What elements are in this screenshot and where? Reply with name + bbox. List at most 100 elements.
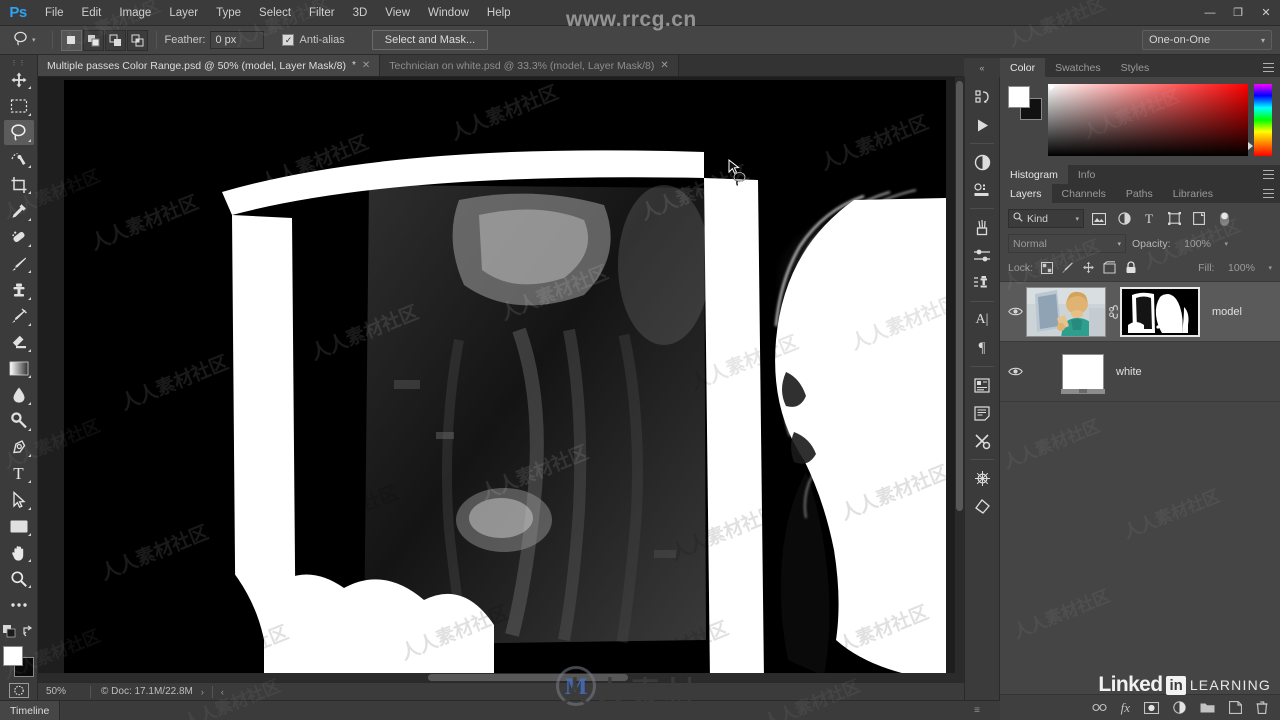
quick-selection-tool[interactable] (4, 146, 34, 171)
vertical-scrollbar[interactable] (955, 77, 964, 682)
select-and-mask-button[interactable]: Select and Mask... (371, 30, 489, 50)
menu-select[interactable]: Select (250, 0, 300, 26)
lock-artboard-icon[interactable] (1102, 260, 1117, 275)
canvas-area[interactable]: 人人素材社区 人人素材社区 人人素材社区 人人素材社区 人人素材社区 人人素材社… (38, 77, 964, 682)
paragraph-icon[interactable]: ¶ (967, 334, 997, 362)
layer-row-model[interactable]: model (1000, 282, 1280, 342)
adjustment-layer-icon[interactable] (1173, 701, 1186, 714)
character-icon[interactable]: A| (967, 306, 997, 334)
chevron-down-icon[interactable]: ▾ (1225, 240, 1229, 248)
lock-position-icon[interactable] (1081, 260, 1096, 275)
link-layers-icon[interactable] (1092, 703, 1107, 712)
add-to-selection-button[interactable] (82, 29, 104, 51)
new-group-icon[interactable] (1200, 702, 1215, 713)
menu-window[interactable]: Window (419, 0, 478, 26)
close-icon[interactable]: ✕ (660, 60, 668, 71)
lock-transparent-pixels-icon[interactable] (1039, 260, 1054, 275)
tab-styles[interactable]: Styles (1110, 58, 1160, 77)
layer-name-model[interactable]: model (1212, 306, 1242, 318)
new-selection-button[interactable] (60, 29, 82, 51)
history-icon[interactable] (967, 83, 997, 111)
delete-layer-icon[interactable] (1256, 701, 1268, 714)
menu-file[interactable]: File (36, 0, 73, 26)
menu-image[interactable]: Image (110, 0, 160, 26)
adjustments-icon[interactable] (967, 148, 997, 176)
eraser-tool[interactable] (4, 330, 34, 355)
menu-3d[interactable]: 3D (344, 0, 377, 26)
tab-timeline[interactable]: Timeline (0, 700, 61, 720)
tab-libraries[interactable]: Libraries (1162, 184, 1224, 203)
dodge-tool[interactable] (4, 409, 34, 434)
workspace-selector[interactable]: One-on-One ▾ (1142, 30, 1272, 50)
adjustment-filter-icon[interactable] (1114, 209, 1134, 228)
status-prev-arrow[interactable]: ‹ (221, 687, 224, 697)
lasso-tool[interactable] (3, 119, 34, 145)
horizontal-scrollbar[interactable] (38, 673, 955, 682)
color-swatches[interactable] (2, 645, 36, 677)
measurement-log-icon[interactable] (967, 492, 997, 520)
scrollbar-thumb[interactable] (428, 674, 628, 681)
swap-colors-icon[interactable] (22, 625, 34, 640)
chevron-down-icon[interactable]: ▾ (1268, 264, 1272, 272)
properties-icon[interactable] (967, 176, 997, 204)
hue-ramp[interactable] (1248, 84, 1272, 156)
color-panel-swatches[interactable] (1008, 86, 1042, 120)
layer-name-white[interactable]: white (1116, 366, 1142, 378)
lock-all-icon[interactable] (1123, 260, 1138, 275)
menu-edit[interactable]: Edit (73, 0, 111, 26)
tab-info[interactable]: Info (1067, 165, 1106, 184)
panel-menu-icon[interactable] (1263, 170, 1274, 179)
layer-thumbnail-model[interactable] (1026, 286, 1106, 337)
gradient-tool[interactable] (4, 356, 34, 381)
tab-paths[interactable]: Paths (1115, 184, 1163, 203)
menu-layer[interactable]: Layer (160, 0, 207, 26)
tab-channels[interactable]: Channels (1051, 184, 1116, 203)
new-layer-icon[interactable] (1229, 701, 1242, 714)
horizontal-type-tool[interactable]: T (4, 461, 34, 486)
hand-tool[interactable] (4, 540, 34, 565)
timeline-panel-menu[interactable]: ≡ (974, 705, 980, 716)
clone-stamp-tool[interactable] (4, 277, 34, 302)
tool-preset-picker[interactable]: ▾ (12, 30, 44, 50)
layer-visibility-toggle[interactable] (1004, 366, 1026, 377)
pen-tool[interactable] (4, 435, 34, 460)
clone-source-icon[interactable] (967, 269, 997, 297)
document-canvas[interactable]: 人人素材社区 人人素材社区 人人素材社区 人人素材社区 人人素材社区 人人素材社… (64, 80, 946, 680)
spot-healing-brush-tool[interactable] (4, 225, 34, 250)
intersect-with-selection-button[interactable] (126, 29, 148, 51)
brush-icon[interactable] (967, 213, 997, 241)
history-brush-tool[interactable] (4, 304, 34, 329)
rectangle-tool[interactable] (4, 514, 34, 539)
character-styles-icon[interactable] (967, 371, 997, 399)
foreground-color-swatch[interactable] (1008, 86, 1030, 108)
shape-filter-icon[interactable] (1164, 209, 1184, 228)
3d-icon[interactable] (967, 464, 997, 492)
close-icon[interactable]: ✕ (362, 60, 370, 71)
eyedropper-tool[interactable] (4, 198, 34, 223)
tool-presets-icon[interactable] (967, 427, 997, 455)
paragraph-styles-icon[interactable] (967, 399, 997, 427)
brush-tool[interactable] (4, 251, 34, 276)
fill-value[interactable]: 100% (1220, 259, 1262, 276)
layer-list[interactable]: model white (1000, 281, 1280, 694)
layer-thumbnail-white[interactable] (1061, 353, 1105, 394)
panel-menu-icon[interactable] (1263, 189, 1274, 198)
quick-mask-button[interactable] (6, 680, 32, 700)
layer-mask-thumbnail-model[interactable] (1120, 286, 1200, 337)
move-tool[interactable] (4, 67, 34, 92)
layer-kind-filter[interactable]: Kind ▾ (1008, 209, 1084, 228)
collapse-panels-button[interactable]: « (964, 58, 1000, 77)
opacity-value[interactable]: 100% (1177, 235, 1219, 252)
color-field[interactable] (1048, 84, 1248, 156)
brush-settings-icon[interactable] (967, 241, 997, 269)
anti-alias-checkbox[interactable]: ✓ Anti-alias (282, 34, 349, 46)
layer-visibility-toggle[interactable] (1004, 306, 1026, 317)
path-selection-tool[interactable] (4, 487, 34, 512)
menu-view[interactable]: View (376, 0, 419, 26)
actions-icon[interactable] (967, 111, 997, 139)
tab-layers[interactable]: Layers (1000, 184, 1052, 203)
document-tab-active[interactable]: Multiple passes Color Range.psd @ 50% (m… (38, 55, 381, 76)
tab-histogram[interactable]: Histogram (1000, 165, 1068, 184)
minimize-button[interactable]: — (1196, 0, 1224, 26)
crop-tool[interactable] (4, 172, 34, 197)
